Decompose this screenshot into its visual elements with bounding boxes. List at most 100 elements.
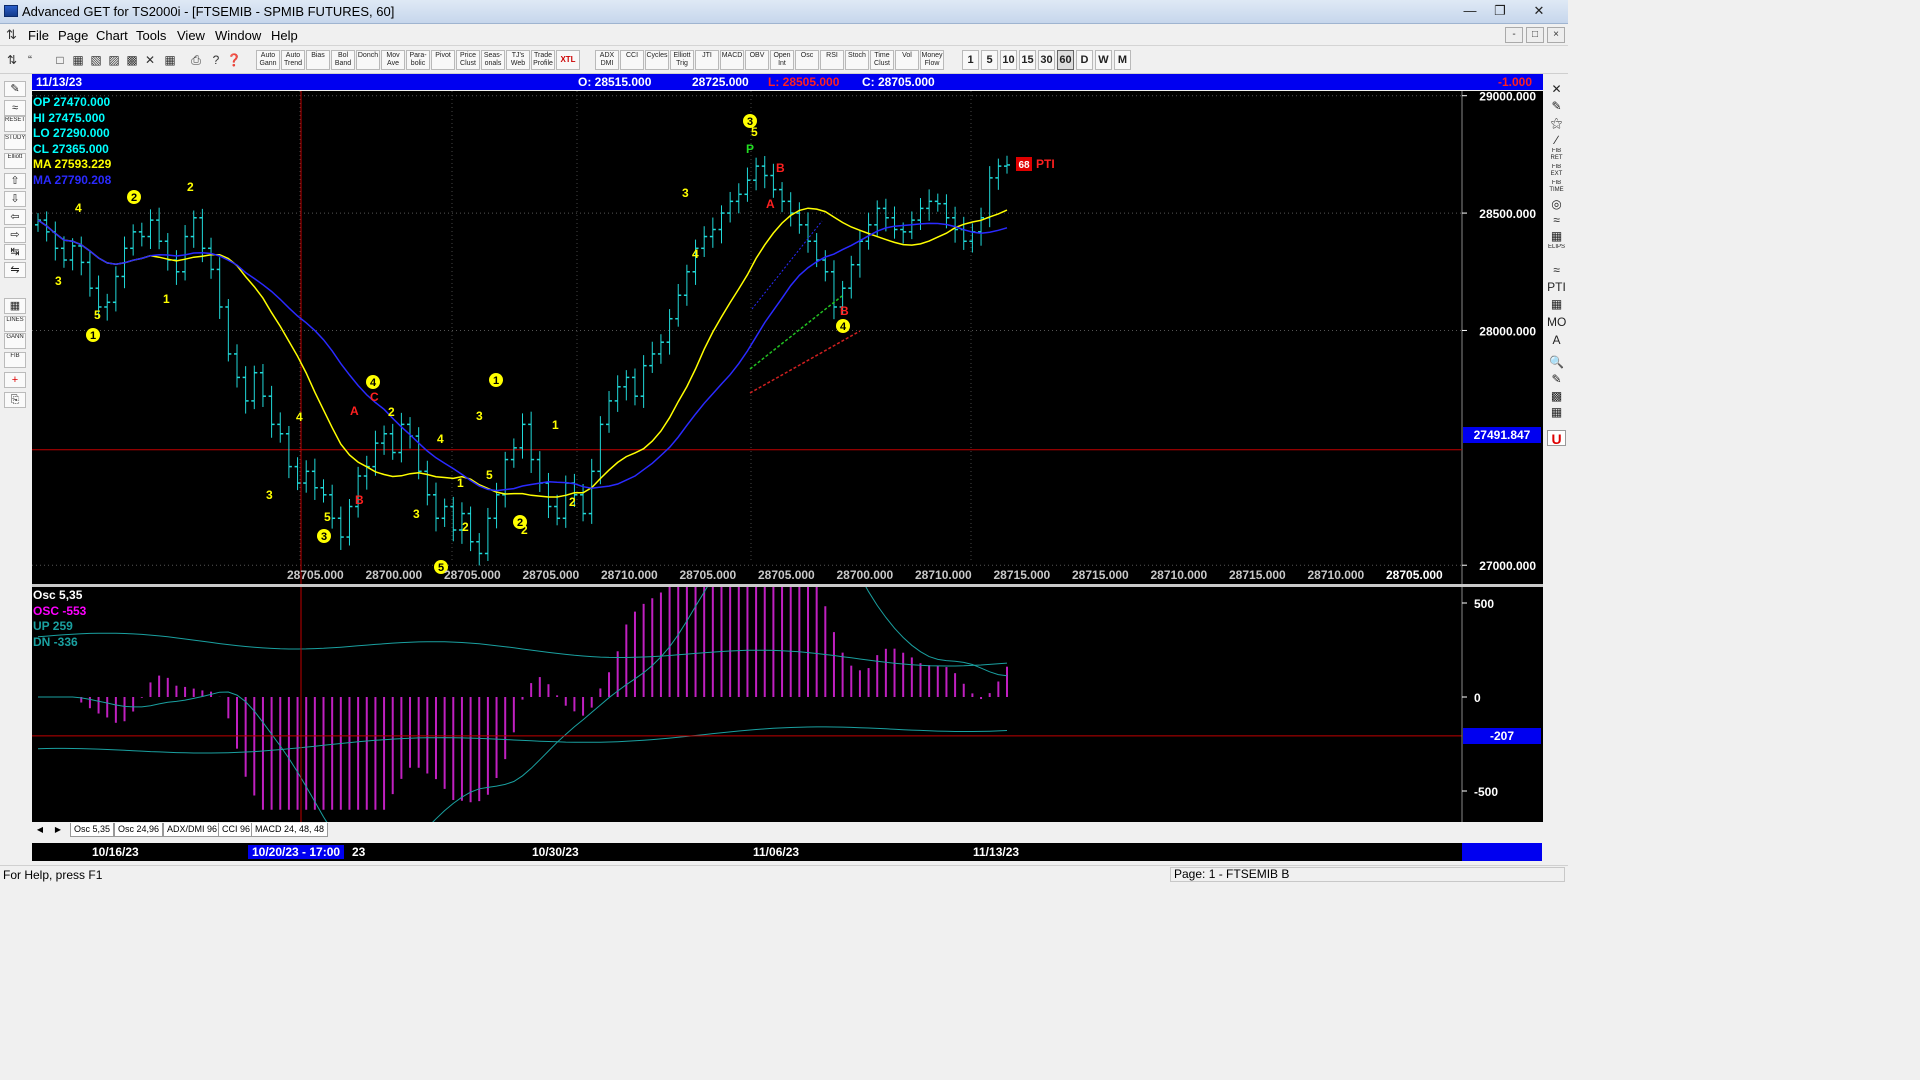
study-button-trade-profile[interactable]: Trade Profile (531, 50, 555, 70)
toolbar-icon[interactable]: ⇅ (4, 51, 20, 69)
left-tool-button[interactable]: ⇩ (4, 191, 26, 207)
toolbar-icon[interactable]: ⎙ (188, 51, 204, 69)
study-button-cci[interactable]: CCI (620, 50, 644, 70)
left-tool-button[interactable]: ⇨ (4, 227, 26, 243)
tab-adx-dmi[interactable]: ADX/DMI 96 (163, 823, 222, 837)
restore-button[interactable]: ❐ (1485, 2, 1515, 20)
left-tool-button[interactable]: RESET (4, 116, 26, 132)
study-button-money-flow[interactable]: Money Flow (920, 50, 944, 70)
left-tool-button[interactable]: ↹ (4, 244, 26, 260)
study-button-bias[interactable]: Bias (306, 50, 330, 70)
price-chart-svg[interactable]: 29000.000 28500.000 28000.000 27000.000 3 4 5 1… (32, 91, 1543, 584)
oscillator-svg[interactable]: 500 0 -500 (32, 587, 1543, 822)
right-tool-button[interactable]: ▦ (1547, 228, 1566, 244)
toolbar-icon[interactable]: ✕ (142, 51, 158, 69)
left-tool-button[interactable]: ▦ (4, 298, 26, 314)
tab-prev-icon[interactable]: ◀ (34, 824, 46, 836)
left-tool-button[interactable]: LINES (4, 316, 26, 332)
toolbar-icon[interactable]: ❓ (226, 51, 242, 69)
right-tool-button[interactable]: ELIPS (1547, 244, 1566, 260)
left-tool-button[interactable]: Elliott (4, 153, 26, 169)
right-tool-button[interactable]: A (1547, 332, 1566, 348)
tab-osc-24-96[interactable]: Osc 24,96 (114, 823, 164, 837)
study-button-auto-gann[interactable]: Auto Gann (256, 50, 280, 70)
study-button-rsi[interactable]: RSI (820, 50, 844, 70)
left-tool-button[interactable]: ✎ (4, 81, 26, 97)
right-tool-button[interactable]: PTI (1547, 279, 1566, 295)
right-tool-button[interactable]: ▦ (1547, 404, 1566, 420)
left-tool-button[interactable]: + (4, 372, 26, 388)
toolbar-icon[interactable]: ▩ (124, 51, 140, 69)
study-button-xtl[interactable]: XTL (556, 50, 580, 70)
timeframe-w[interactable]: W (1095, 50, 1112, 70)
right-tool-button[interactable]: ◎ (1547, 196, 1566, 212)
study-button-price-clust[interactable]: Price Clust (456, 50, 480, 70)
toolbar-icon[interactable]: □ (52, 51, 68, 69)
pti-badge[interactable]: 68 PTI (1016, 157, 1055, 171)
tab-macd[interactable]: MACD 24, 48, 48 (251, 823, 329, 837)
document-icon[interactable]: ⇅ (6, 27, 17, 43)
menu-view[interactable]: View (177, 28, 205, 43)
timeframe-60[interactable]: 60 (1057, 50, 1074, 70)
right-tool-button[interactable]: MOB (1547, 314, 1566, 330)
study-button-pivot[interactable]: Pivot (431, 50, 455, 70)
tab-osc-5-35[interactable]: Osc 5,35 (70, 823, 115, 837)
timeframe-d[interactable]: D (1076, 50, 1093, 70)
toolbar-icon[interactable]: ▦ (162, 51, 178, 69)
menu-chart[interactable]: Chart (96, 28, 128, 43)
left-tool-button[interactable]: STUDY (4, 134, 26, 150)
right-tool-button[interactable]: ✕ (1547, 81, 1566, 97)
study-button-jti[interactable]: JTI (695, 50, 719, 70)
study-button-time-clust[interactable]: Time Clust (870, 50, 894, 70)
study-button-tj-s-web[interactable]: TJ's Web (506, 50, 530, 70)
toolbar-icon[interactable]: ? (208, 51, 224, 69)
timeframe-5[interactable]: 5 (981, 50, 998, 70)
right-tool-button[interactable]: ≈ (1547, 262, 1566, 278)
mdi-restore-button[interactable]: □ (1526, 27, 1544, 43)
oscillator-pane[interactable]: 500 0 -500 Osc 5,35 OSC -553 UP 259 DN -336 (32, 587, 1543, 822)
timeframe-m[interactable]: M (1114, 50, 1131, 70)
mdi-minimize-button[interactable]: - (1505, 27, 1523, 43)
study-button-vol[interactable]: Vol (895, 50, 919, 70)
minimize-button[interactable]: — (1455, 2, 1485, 20)
study-button-stoch[interactable]: Stoch (845, 50, 869, 70)
mdi-close-button[interactable]: × (1547, 27, 1565, 43)
left-tool-button[interactable]: ⇦ (4, 209, 26, 225)
study-button-donch[interactable]: Donch (356, 50, 380, 70)
toolbar-icon[interactable]: ▧ (88, 51, 104, 69)
toolbar-icon[interactable]: “ (22, 51, 38, 69)
right-tool-button[interactable]: FIB TIME (1547, 180, 1566, 196)
study-button-macd[interactable]: MACD (720, 50, 744, 70)
right-tool-button[interactable]: ≈ (1547, 212, 1566, 228)
right-tool-button[interactable]: ∕ (1547, 132, 1566, 148)
right-tool-button[interactable]: 🔍 (1547, 354, 1566, 370)
left-tool-button[interactable]: FIB (4, 352, 26, 368)
tab-cci[interactable]: CCI 96 (218, 823, 255, 837)
right-tool-button[interactable]: ▦ (1547, 296, 1566, 312)
tab-next-icon[interactable]: ▶ (52, 824, 64, 836)
timeframe-10[interactable]: 10 (1000, 50, 1017, 70)
right-tool-button[interactable]: ▩ (1547, 388, 1566, 404)
timeframe-1[interactable]: 1 (962, 50, 979, 70)
right-tool-button[interactable]: ✎ (1547, 371, 1566, 387)
study-button-cycles[interactable]: Cycles (645, 50, 669, 70)
study-button-elliott-trig[interactable]: Elliott Trig (670, 50, 694, 70)
study-button-para-bolic[interactable]: Para-bolic (406, 50, 430, 70)
study-button-osc[interactable]: Osc (795, 50, 819, 70)
left-tool-button[interactable]: GANN (4, 333, 26, 349)
right-tool-button[interactable]: U (1547, 430, 1566, 446)
close-button[interactable]: ✕ (1524, 2, 1554, 20)
study-button-obv[interactable]: OBV (745, 50, 769, 70)
study-button-auto-trend[interactable]: Auto Trend (281, 50, 305, 70)
menu-window[interactable]: Window (215, 28, 261, 43)
study-button-mov-ave[interactable]: Mov Ave (381, 50, 405, 70)
study-button-seas-onals[interactable]: Seas-onals (481, 50, 505, 70)
study-button-adx-dmi[interactable]: ADX DMI (595, 50, 619, 70)
left-tool-button[interactable]: ≈ (4, 100, 26, 116)
menu-file[interactable]: File (28, 28, 49, 43)
left-tool-button[interactable]: ⇧ (4, 173, 26, 189)
price-chart-pane[interactable]: 29000.000 28500.000 28000.000 27000.000 3 4 5 1… (32, 91, 1543, 584)
right-tool-button[interactable]: ⚝ (1547, 115, 1566, 131)
right-tool-button[interactable]: ✎ (1547, 98, 1566, 114)
right-tool-button[interactable]: FIB RET (1547, 148, 1566, 164)
